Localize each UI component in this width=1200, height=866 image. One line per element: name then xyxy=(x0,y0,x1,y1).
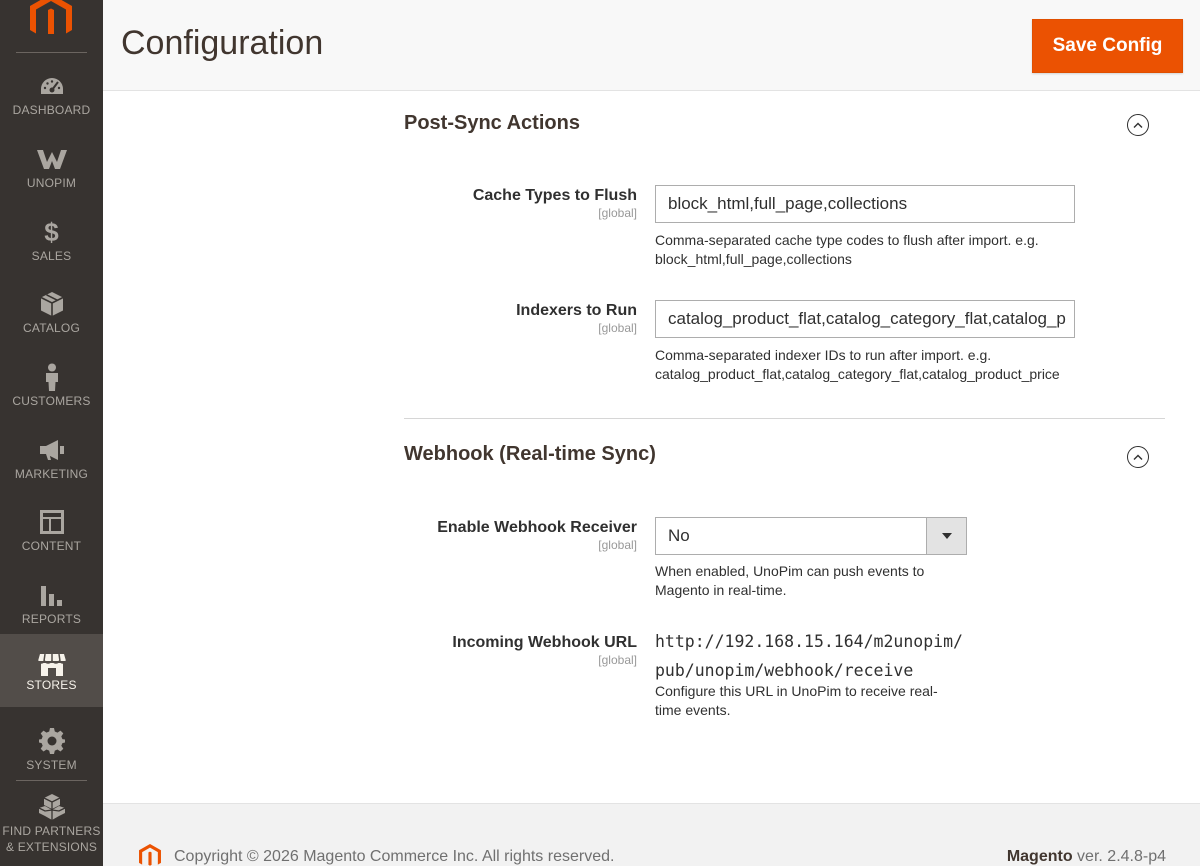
magento-logo[interactable] xyxy=(0,0,103,36)
sidebar-divider xyxy=(16,780,87,781)
sidebar-item-label: STORES xyxy=(26,678,77,692)
cube-icon xyxy=(0,291,103,317)
scope-label: [global] xyxy=(598,321,637,335)
store-icon xyxy=(0,652,103,678)
magento-logo-icon xyxy=(139,844,161,866)
sidebar-item-label: UNOPIM xyxy=(26,176,77,190)
select-value: No xyxy=(668,526,690,545)
sidebar-item-label: CATALOG xyxy=(23,321,80,335)
section-title-webhook[interactable]: Webhook (Real-time Sync) xyxy=(404,443,656,466)
field-label-cache-types: Cache Types to Flush xyxy=(472,187,637,204)
config-content: Post-Sync Actions Cache Types to Flush [… xyxy=(103,92,1200,803)
gear-icon xyxy=(0,728,103,754)
sidebar-item-catalog[interactable]: CATALOG xyxy=(0,279,103,351)
collapse-toggle-icon[interactable] xyxy=(1127,446,1149,468)
sidebar-item-reports[interactable]: REPORTS xyxy=(0,570,103,642)
field-label-indexers: Indexers to Run xyxy=(516,302,637,319)
sidebar-item-label: SALES xyxy=(31,249,72,263)
version-info: Magento ver. 2.4.8-p4 xyxy=(1006,848,1166,865)
dashboard-icon xyxy=(0,73,103,99)
sidebar-item-label: SYSTEM xyxy=(26,758,77,772)
boxes-icon xyxy=(0,794,103,820)
collapse-toggle-icon[interactable] xyxy=(1127,114,1149,136)
field-label-enable-webhook: Enable Webhook Receiver xyxy=(437,519,637,536)
sidebar-item-dashboard[interactable]: DASHBOARD xyxy=(0,61,103,133)
sidebar-item-label: CONTENT xyxy=(21,539,82,553)
page-footer: Copyright © 2026 Magento Commerce Inc. A… xyxy=(103,803,1200,866)
sidebar-item-label: DASHBOARD xyxy=(12,103,91,117)
bar-chart-icon xyxy=(0,582,103,608)
sidebar-item-stores[interactable]: STORES xyxy=(0,634,103,707)
sidebar-item-label: MARKETING xyxy=(14,467,89,481)
field-note: When enabled, UnoPim can push events to … xyxy=(655,563,925,598)
chevron-down-icon xyxy=(926,518,966,554)
sidebar-item-find-partners[interactable]: FIND PARTNERS & EXTENSIONS xyxy=(0,788,103,866)
field-label-webhook-url: Incoming Webhook URL xyxy=(452,634,637,651)
sidebar-item-unopim[interactable]: UNOPIM xyxy=(0,134,103,206)
indexers-input[interactable]: catalog_product_flat,catalog_category_fl… xyxy=(655,300,1075,338)
scope-label: [global] xyxy=(598,206,637,220)
sidebar-item-content[interactable]: CONTENT xyxy=(0,497,103,569)
sidebar-item-marketing[interactable]: MARKETING xyxy=(0,425,103,497)
sidebar-item-label: REPORTS xyxy=(21,612,82,626)
section-divider xyxy=(404,418,1165,419)
page-header: Configuration Save Config xyxy=(103,0,1200,91)
sidebar-item-customers[interactable]: CUSTOMERS xyxy=(0,352,103,424)
field-note: Comma-separated cache type codes to flus… xyxy=(655,232,1039,267)
scope-label: [global] xyxy=(598,538,637,552)
sidebar-item-label: FIND PARTNERS & EXTENSIONS xyxy=(2,824,101,854)
section-title-post-sync-actions[interactable]: Post-Sync Actions xyxy=(404,112,580,135)
copyright-text: Copyright © 2026 Magento Commerce Inc. A… xyxy=(174,848,615,865)
magento-logo-icon xyxy=(30,0,72,34)
megaphone-icon xyxy=(0,437,103,463)
field-note: Comma-separated indexer IDs to run after… xyxy=(655,347,1060,382)
webhook-url-value: http://192.168.15.164/m2unopim/ pub/unop… xyxy=(655,632,963,680)
enable-webhook-select[interactable]: No xyxy=(655,517,967,555)
layout-icon xyxy=(0,509,103,535)
cache-types-input[interactable]: block_html,full_page,collections xyxy=(655,185,1075,223)
person-icon xyxy=(0,363,103,391)
sidebar-item-system[interactable]: SYSTEM xyxy=(0,716,103,788)
sidebar-item-label: CUSTOMERS xyxy=(12,394,91,408)
save-config-button[interactable]: Save Config xyxy=(1032,19,1183,73)
sidebar-item-sales[interactable]: $ SALES xyxy=(0,207,103,279)
unopim-icon xyxy=(0,146,103,172)
admin-sidebar: DASHBOARD UNOPIM $ SALES CATALOG CUSTOME… xyxy=(0,0,103,866)
dollar-icon: $ xyxy=(44,216,59,247)
sidebar-divider xyxy=(16,52,87,53)
page-title: Configuration xyxy=(121,24,324,62)
field-note: Configure this URL in UnoPim to receive … xyxy=(655,683,938,718)
scope-label: [global] xyxy=(598,653,637,667)
